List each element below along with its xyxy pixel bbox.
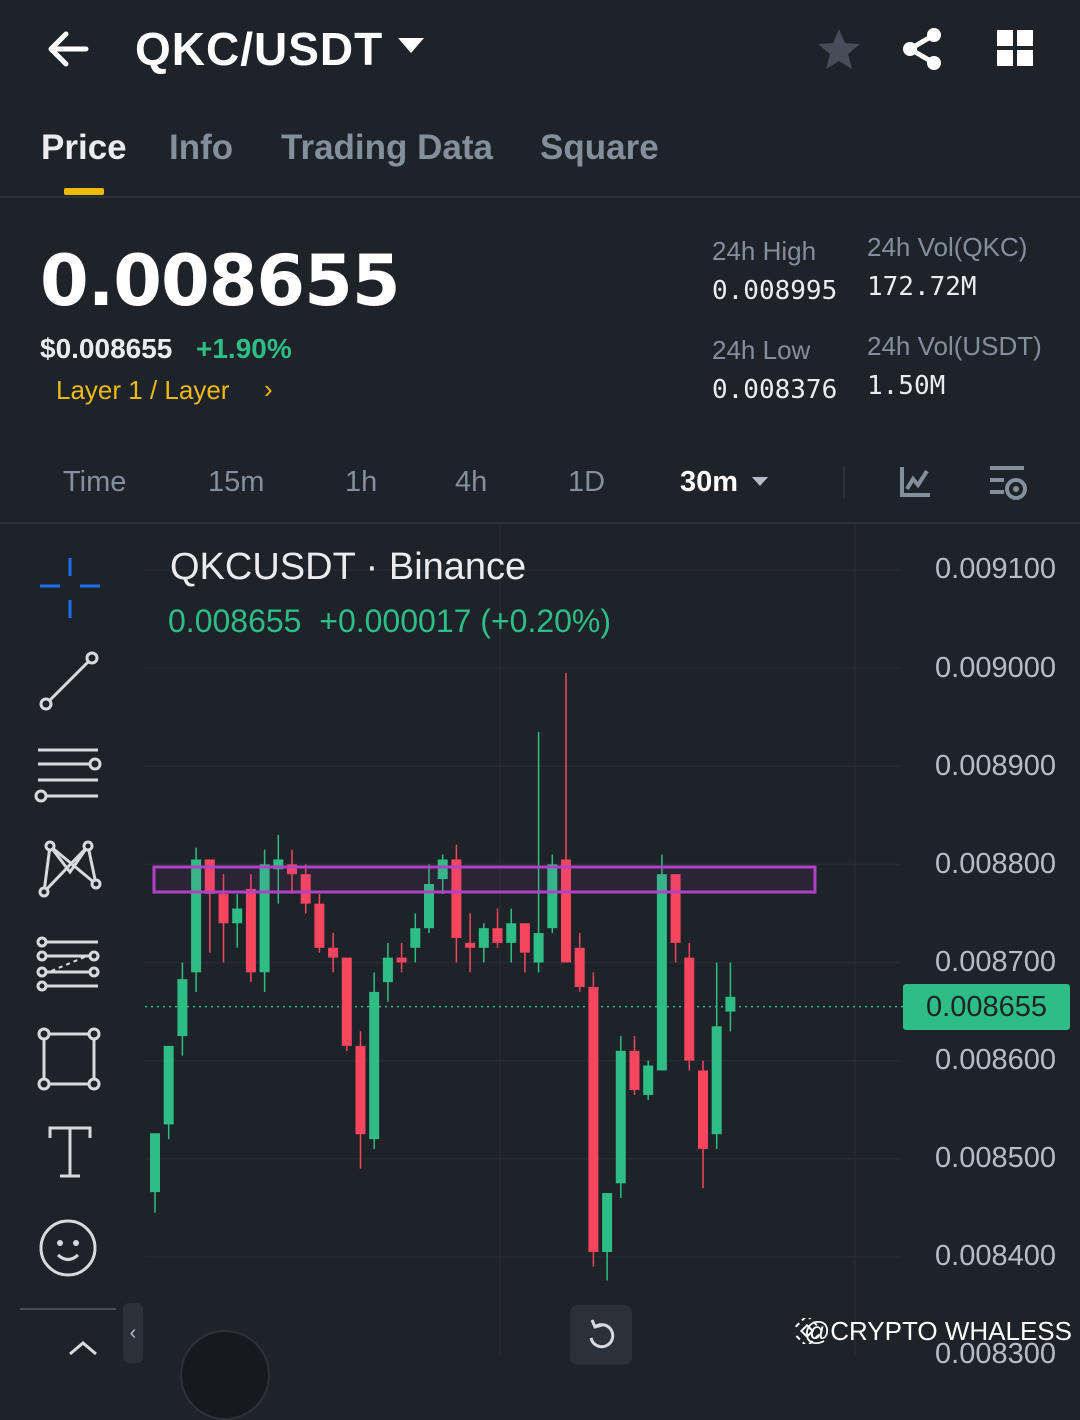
candle-body	[588, 987, 599, 1252]
tab-trading-data[interactable]: Trading Data	[281, 128, 493, 168]
candle-body	[232, 908, 243, 924]
resistance-zone-box	[152, 865, 817, 894]
interval-4h[interactable]: 4h	[455, 466, 487, 499]
indicator-settings-icon[interactable]	[988, 463, 1028, 503]
low-label: 24h Low	[712, 335, 811, 365]
price-axis-label: 0.009000	[935, 652, 1056, 684]
candle-body	[656, 874, 667, 1071]
price-axis-label: 0.008800	[935, 848, 1056, 880]
back-arrow-icon[interactable]	[42, 25, 92, 75]
candle-body	[711, 1026, 722, 1135]
candle-body	[506, 923, 517, 943]
candle-body	[629, 1050, 640, 1091]
candle-body	[410, 928, 421, 948]
candle-body	[355, 1045, 366, 1135]
high-label: 24h High	[712, 236, 817, 266]
current-price-badge: 0.008655	[903, 984, 1070, 1030]
divider	[0, 196, 1080, 198]
tab-square[interactable]: Square	[540, 128, 659, 168]
usd-price: $0.008655	[40, 333, 173, 364]
vol-base-label: 24h Vol(QKC)	[867, 232, 1028, 262]
candle-body	[533, 933, 544, 963]
interval-15m[interactable]: 15m	[208, 466, 264, 499]
candle-body	[698, 1070, 708, 1149]
candle-body	[519, 923, 530, 953]
chart-quote-line: 0.008655 +0.000017 (+0.20%)	[168, 603, 612, 639]
price-axis-label: 0.008700	[935, 946, 1056, 978]
nav-circle-button[interactable]	[180, 1330, 270, 1420]
last-price: 0.008655	[40, 240, 401, 322]
interval-30m[interactable]: 30m	[680, 466, 738, 499]
chevron-down-icon[interactable]	[752, 477, 768, 486]
candle-body	[725, 996, 736, 1012]
grid-icon[interactable]	[995, 28, 1035, 68]
candle-body	[574, 947, 585, 988]
price-axis-label: 0.008400	[935, 1240, 1056, 1272]
candle-body	[382, 957, 393, 983]
candle-body	[478, 928, 489, 948]
active-tab-indicator	[64, 188, 104, 195]
candle-body	[314, 903, 325, 948]
interval-1h[interactable]: 1h	[345, 466, 377, 499]
vol-quote-value: 1.50M	[867, 371, 946, 401]
watermark-text: @CRYPTO WHALESS	[803, 1316, 1072, 1346]
candlestick-chart[interactable]	[0, 524, 1080, 1355]
candle-body	[643, 1065, 654, 1095]
candle-body	[396, 957, 407, 963]
category-tag[interactable]: Layer 1 / Layer	[56, 375, 229, 406]
separator	[843, 466, 845, 498]
high-value: 0.008995	[712, 276, 838, 306]
candle-body	[163, 1045, 174, 1125]
price-axis-label: 0.008500	[935, 1142, 1056, 1174]
vol-quote-label: 24h Vol(USDT)	[867, 331, 1042, 361]
price-change-percent: +1.90%	[196, 333, 292, 364]
chevron-right-icon[interactable]: ›	[264, 374, 273, 405]
price-axis-label: 0.009100	[935, 553, 1056, 585]
interval-time[interactable]: Time	[63, 466, 126, 499]
candle-body	[177, 979, 188, 1037]
chevron-down-icon[interactable]	[398, 38, 424, 53]
candle-body	[328, 947, 339, 958]
tab-price[interactable]: Price	[41, 128, 127, 168]
vol-base-value: 172.72M	[867, 272, 977, 302]
low-value: 0.008376	[712, 375, 838, 405]
interval-1d[interactable]: 1D	[568, 466, 605, 499]
chart-type-icon[interactable]	[898, 465, 932, 499]
candle-body	[492, 928, 503, 943]
share-icon[interactable]	[898, 24, 946, 74]
candle-body	[150, 1133, 160, 1193]
tab-info[interactable]: Info	[169, 128, 233, 168]
candle-body	[602, 1193, 613, 1252]
chart-symbol-title: QKCUSDT · Binance	[170, 546, 527, 588]
price-axis-label: 0.008600	[935, 1044, 1056, 1076]
star-icon[interactable]	[815, 25, 863, 73]
candle-body	[369, 991, 380, 1140]
candle-body	[465, 942, 476, 948]
candle-body	[341, 957, 352, 1046]
price-axis-label: 0.008900	[935, 750, 1056, 782]
reset-chart-button[interactable]	[570, 1305, 632, 1365]
pair-title[interactable]: QKC/USDT	[135, 22, 383, 76]
candle-body	[218, 893, 229, 924]
candle-body	[684, 957, 695, 1061]
candle-body	[245, 888, 256, 973]
candle-body	[615, 1050, 626, 1184]
